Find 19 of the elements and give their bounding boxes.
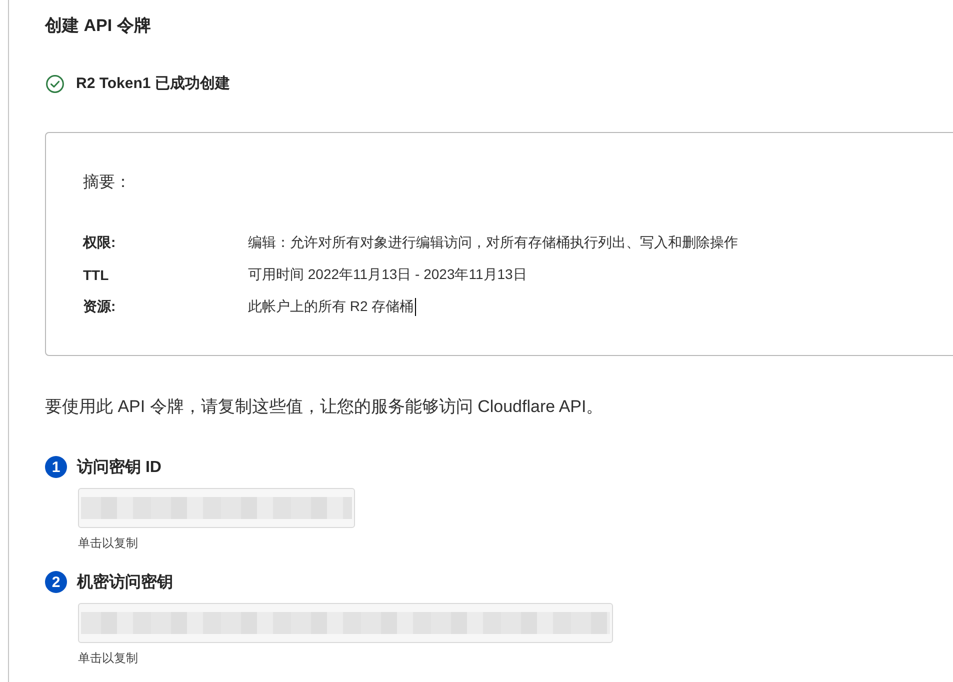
success-message: R2 Token1 已成功创建 [76, 74, 230, 94]
step-number-badge: 2 [45, 571, 67, 593]
copy-hint: 单击以复制 [78, 535, 139, 551]
step-label: 访问密钥 ID [77, 457, 162, 478]
summary-value: 可用时间 2022年11月13日 - 2023年11月13日 [248, 266, 527, 284]
page-title: 创建 API 令牌 [45, 15, 152, 37]
copy-field[interactable] [78, 488, 355, 528]
copy-hint: 单击以复制 [78, 650, 139, 666]
copy-field[interactable] [78, 603, 613, 643]
summary-heading: 摘要： [83, 172, 132, 193]
summary-value: 此帐户上的所有 R2 存储桶 [248, 298, 414, 316]
summary-label: TTL [83, 267, 110, 283]
step-label: 机密访问密钥 [77, 572, 173, 592]
step-number-badge: 1 [45, 456, 67, 478]
summary-label: 资源: [83, 298, 117, 316]
summary-value: 编辑：允许对所有对象进行编辑访问，对所有存储桶执行列出、写入和删除操作 [248, 234, 738, 252]
check-circle-icon [46, 75, 64, 93]
summary-label: 权限: [83, 234, 117, 252]
instructions-text: 要使用此 API 令牌，请复制这些值，让您的服务能够访问 Cloudflare API。 [45, 396, 604, 418]
